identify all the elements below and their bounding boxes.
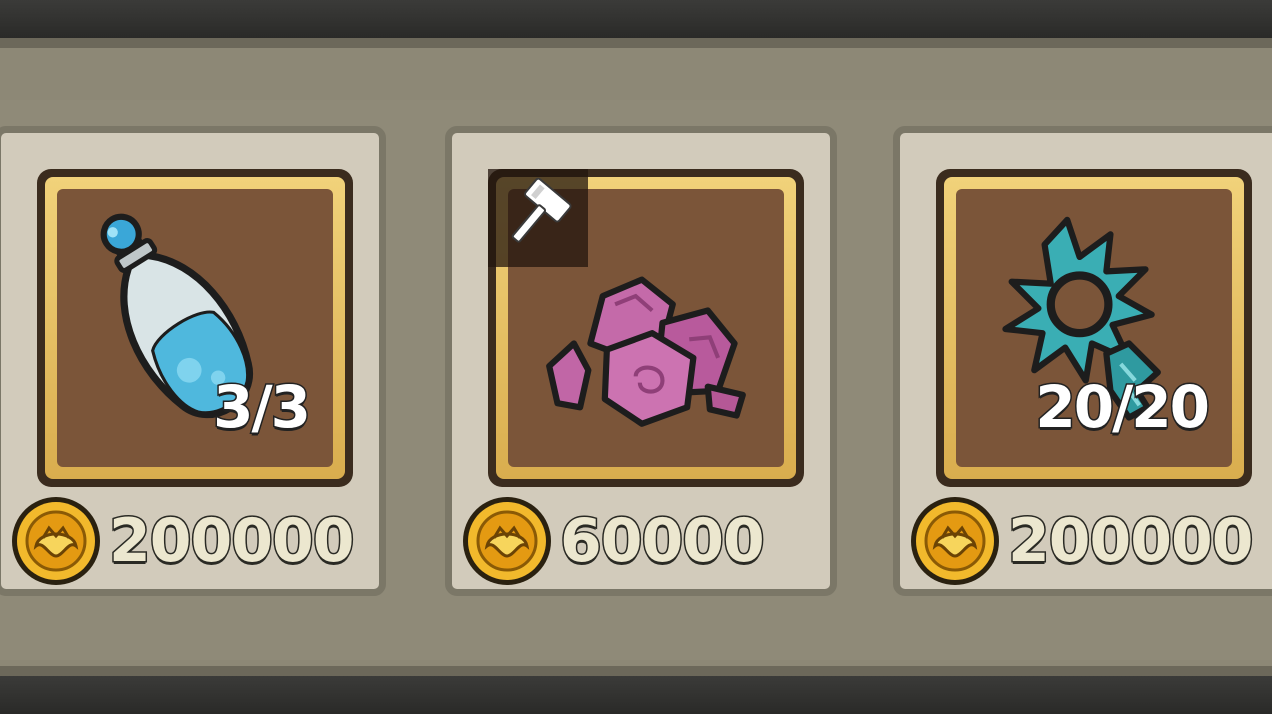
shop-item-card-spiked-ring[interactable]: 20/20 200000 <box>893 126 1272 596</box>
gold-coin-icon <box>463 497 551 585</box>
item-slot: 20/20 <box>936 169 1252 487</box>
item-price: 60000 <box>559 505 767 578</box>
price-row: 60000 <box>460 493 767 589</box>
gold-coin-icon <box>12 497 100 585</box>
item-price: 200000 <box>108 505 356 578</box>
shop-item-card-potion[interactable]: 3/3 200000 <box>0 126 386 596</box>
item-price: 200000 <box>1007 505 1255 578</box>
price-row: 200000 <box>9 493 356 589</box>
shop-panel: 3/3 200000 60000 20/20 200000 <box>0 0 1272 714</box>
item-count: 20/20 <box>1034 372 1212 443</box>
gold-coin-icon <box>911 497 999 585</box>
item-count: 3/3 <box>212 372 313 443</box>
item-slot-frame: 20/20 <box>944 177 1244 479</box>
upgrade-badge <box>488 169 588 267</box>
bottom-border <box>0 676 1272 714</box>
top-border <box>0 0 1272 38</box>
item-slot: 3/3 <box>37 169 353 487</box>
shop-item-card-ore[interactable]: 60000 <box>445 126 837 596</box>
hammer-icon <box>511 177 572 243</box>
item-slot-frame: 3/3 <box>45 177 345 479</box>
item-slot-background: 20/20 <box>956 189 1232 467</box>
price-row: 200000 <box>908 493 1255 589</box>
item-slot-background: 3/3 <box>57 189 333 467</box>
